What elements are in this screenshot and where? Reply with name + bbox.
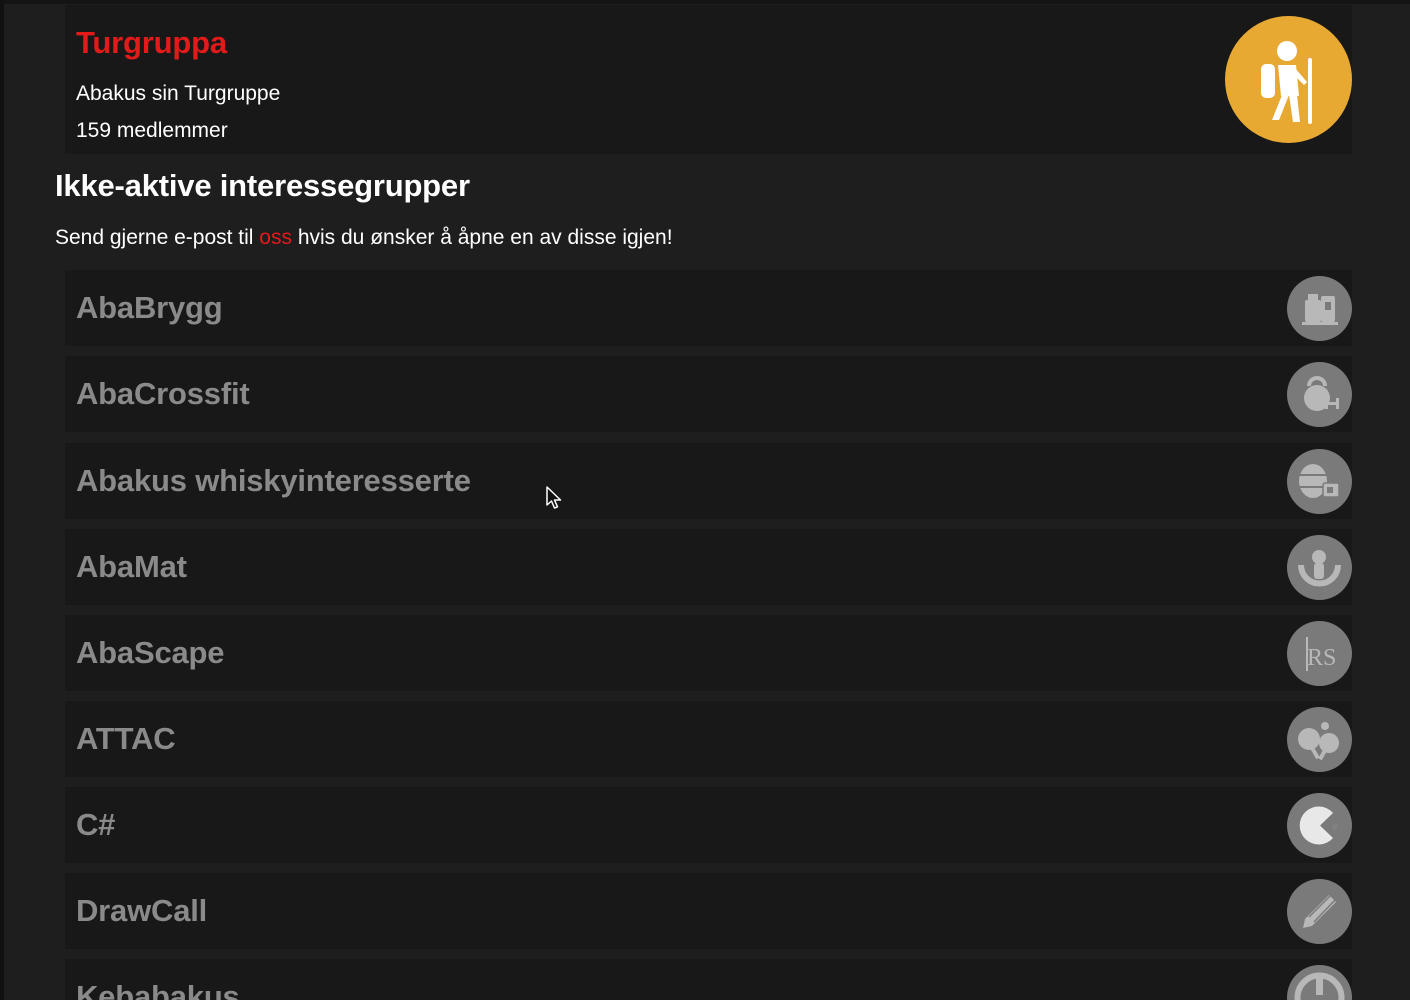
- group-row-csharp[interactable]: C# #: [65, 787, 1352, 863]
- inactive-text-before: Send gjerne e-post til: [55, 226, 260, 249]
- active-group-members: 159 medlemmer: [76, 119, 228, 142]
- group-name[interactable]: Abakus whiskyinteresserte: [76, 463, 471, 499]
- page: Turgruppa Abakus sin Turgruppe 159 medle…: [0, 0, 1410, 1000]
- brewing-icon[interactable]: [1287, 276, 1352, 341]
- chef-icon[interactable]: [1287, 535, 1352, 600]
- group-name[interactable]: DrawCall: [76, 893, 207, 929]
- svg-text:RS: RS: [1307, 645, 1336, 671]
- contact-link[interactable]: oss: [259, 226, 292, 249]
- group-name[interactable]: C#: [76, 807, 115, 843]
- hiker-icon[interactable]: [1225, 16, 1352, 143]
- table-tennis-icon[interactable]: [1287, 707, 1352, 772]
- group-name[interactable]: AbaBrygg: [76, 290, 223, 326]
- kebab-icon[interactable]: [1287, 965, 1352, 1000]
- group-row-kebabakus[interactable]: Kebabakus: [65, 959, 1352, 1000]
- svg-text:#: #: [1332, 822, 1338, 833]
- group-name[interactable]: ATTAC: [76, 721, 176, 757]
- kettlebell-icon[interactable]: [1287, 362, 1352, 427]
- group-name[interactable]: AbaScape: [76, 635, 225, 671]
- active-group-title[interactable]: Turgruppa: [76, 25, 227, 61]
- pencil-icon[interactable]: [1287, 879, 1352, 944]
- group-row-abamat[interactable]: AbaMat: [65, 529, 1352, 605]
- csharp-icon[interactable]: #: [1287, 793, 1352, 858]
- group-row-drawcall[interactable]: DrawCall: [65, 873, 1352, 949]
- group-name[interactable]: AbaCrossfit: [76, 376, 250, 412]
- active-group-card[interactable]: Turgruppa Abakus sin Turgruppe 159 medle…: [65, 5, 1352, 154]
- top-border: [0, 0, 1410, 4]
- group-row-whisky[interactable]: Abakus whiskyinteresserte: [65, 443, 1352, 519]
- group-row-abascape[interactable]: AbaScape RS: [65, 615, 1352, 691]
- group-row-abacrossfit[interactable]: AbaCrossfit: [65, 356, 1352, 432]
- group-row-ababrygg[interactable]: AbaBrygg: [65, 270, 1352, 346]
- group-row-attac[interactable]: ATTAC: [65, 701, 1352, 777]
- group-name[interactable]: AbaMat: [76, 549, 187, 585]
- inactive-text-after: hvis du ønsker å åpne en av disse igjen!: [291, 226, 673, 249]
- group-name[interactable]: Kebabakus: [76, 979, 240, 1000]
- inactive-section-text: Send gjerne e-post til oss hvis du ønske…: [55, 226, 673, 250]
- barrel-icon[interactable]: [1287, 449, 1352, 514]
- inactive-section-heading: Ikke-aktive interessegrupper: [55, 168, 470, 203]
- active-group-description: Abakus sin Turgruppe: [76, 82, 281, 105]
- left-border: [0, 0, 4, 1000]
- mouse-cursor-icon: [546, 486, 562, 509]
- runescape-icon[interactable]: RS: [1287, 621, 1352, 686]
